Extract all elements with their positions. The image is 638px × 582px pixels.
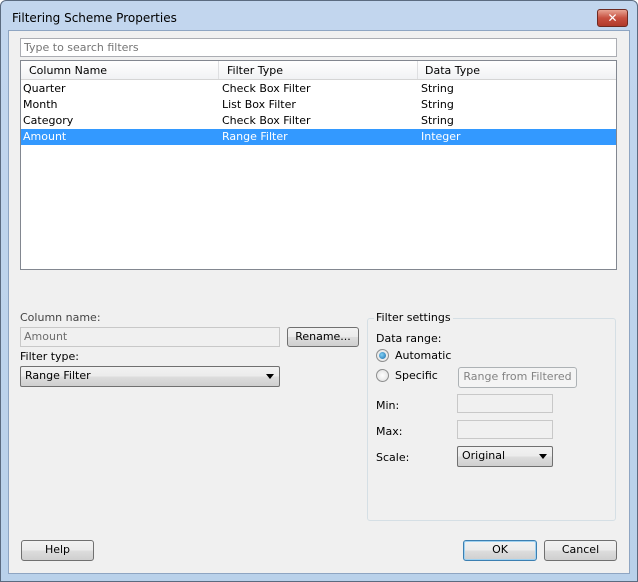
close-button[interactable]: ✕ [597,9,628,27]
chevron-down-icon [266,374,274,379]
min-label: Min: [376,399,400,412]
cell-data-type: String [421,98,454,111]
scale-label: Scale: [376,451,410,464]
cell-column-name: Month [23,98,58,111]
table-row[interactable]: Quarter Check Box Filter String [21,81,616,97]
column-name-field: Amount [20,327,280,347]
min-input[interactable] [457,394,553,413]
cancel-button[interactable]: Cancel [544,540,617,561]
ok-button[interactable]: OK [463,540,537,561]
specific-radio[interactable] [376,369,389,382]
column-divider[interactable] [417,61,418,79]
header-filter-type[interactable]: Filter Type [227,64,283,77]
range-from-filtered-button[interactable]: Range from Filtered [458,367,577,388]
specific-label[interactable]: Specific [395,369,438,382]
scale-dropdown[interactable]: Original [457,446,553,467]
column-divider[interactable] [218,61,219,79]
filter-type-value: Range Filter [25,369,91,382]
header-data-type[interactable]: Data Type [425,64,480,77]
cell-column-name: Quarter [23,82,66,95]
rename-button[interactable]: Rename... [287,327,359,347]
help-button[interactable]: Help [21,540,94,561]
column-name-label: Column name: [20,311,101,324]
cell-column-name: Amount [23,130,67,143]
filter-settings-title: Filter settings [374,311,453,324]
cell-filter-type: Check Box Filter [222,82,311,95]
cell-filter-type: Check Box Filter [222,114,311,127]
chevron-down-icon [539,454,547,459]
cell-data-type: Integer [421,130,461,143]
scale-value: Original [462,449,506,462]
search-filters-input[interactable] [20,38,617,57]
cell-data-type: String [421,114,454,127]
cell-data-type: String [421,82,454,95]
filter-type-label: Filter type: [20,350,80,363]
dialog-title: Filtering Scheme Properties [12,11,177,25]
table-row-selected[interactable]: Amount Range Filter Integer [21,129,616,145]
filter-type-dropdown[interactable]: Range Filter [20,366,280,387]
max-label: Max: [376,425,403,438]
max-input[interactable] [457,420,553,439]
table-row[interactable]: Category Check Box Filter String [21,113,616,129]
header-column-name[interactable]: Column Name [29,64,107,77]
filters-table[interactable]: Column Name Filter Type Data Type Quarte… [20,60,617,270]
cell-filter-type: List Box Filter [222,98,296,111]
automatic-radio[interactable] [376,349,389,362]
cell-filter-type: Range Filter [222,130,288,143]
data-range-label: Data range: [376,332,442,345]
automatic-label[interactable]: Automatic [395,349,451,362]
table-header: Column Name Filter Type Data Type [21,61,616,80]
table-row[interactable]: Month List Box Filter String [21,97,616,113]
cell-column-name: Category [23,114,74,127]
